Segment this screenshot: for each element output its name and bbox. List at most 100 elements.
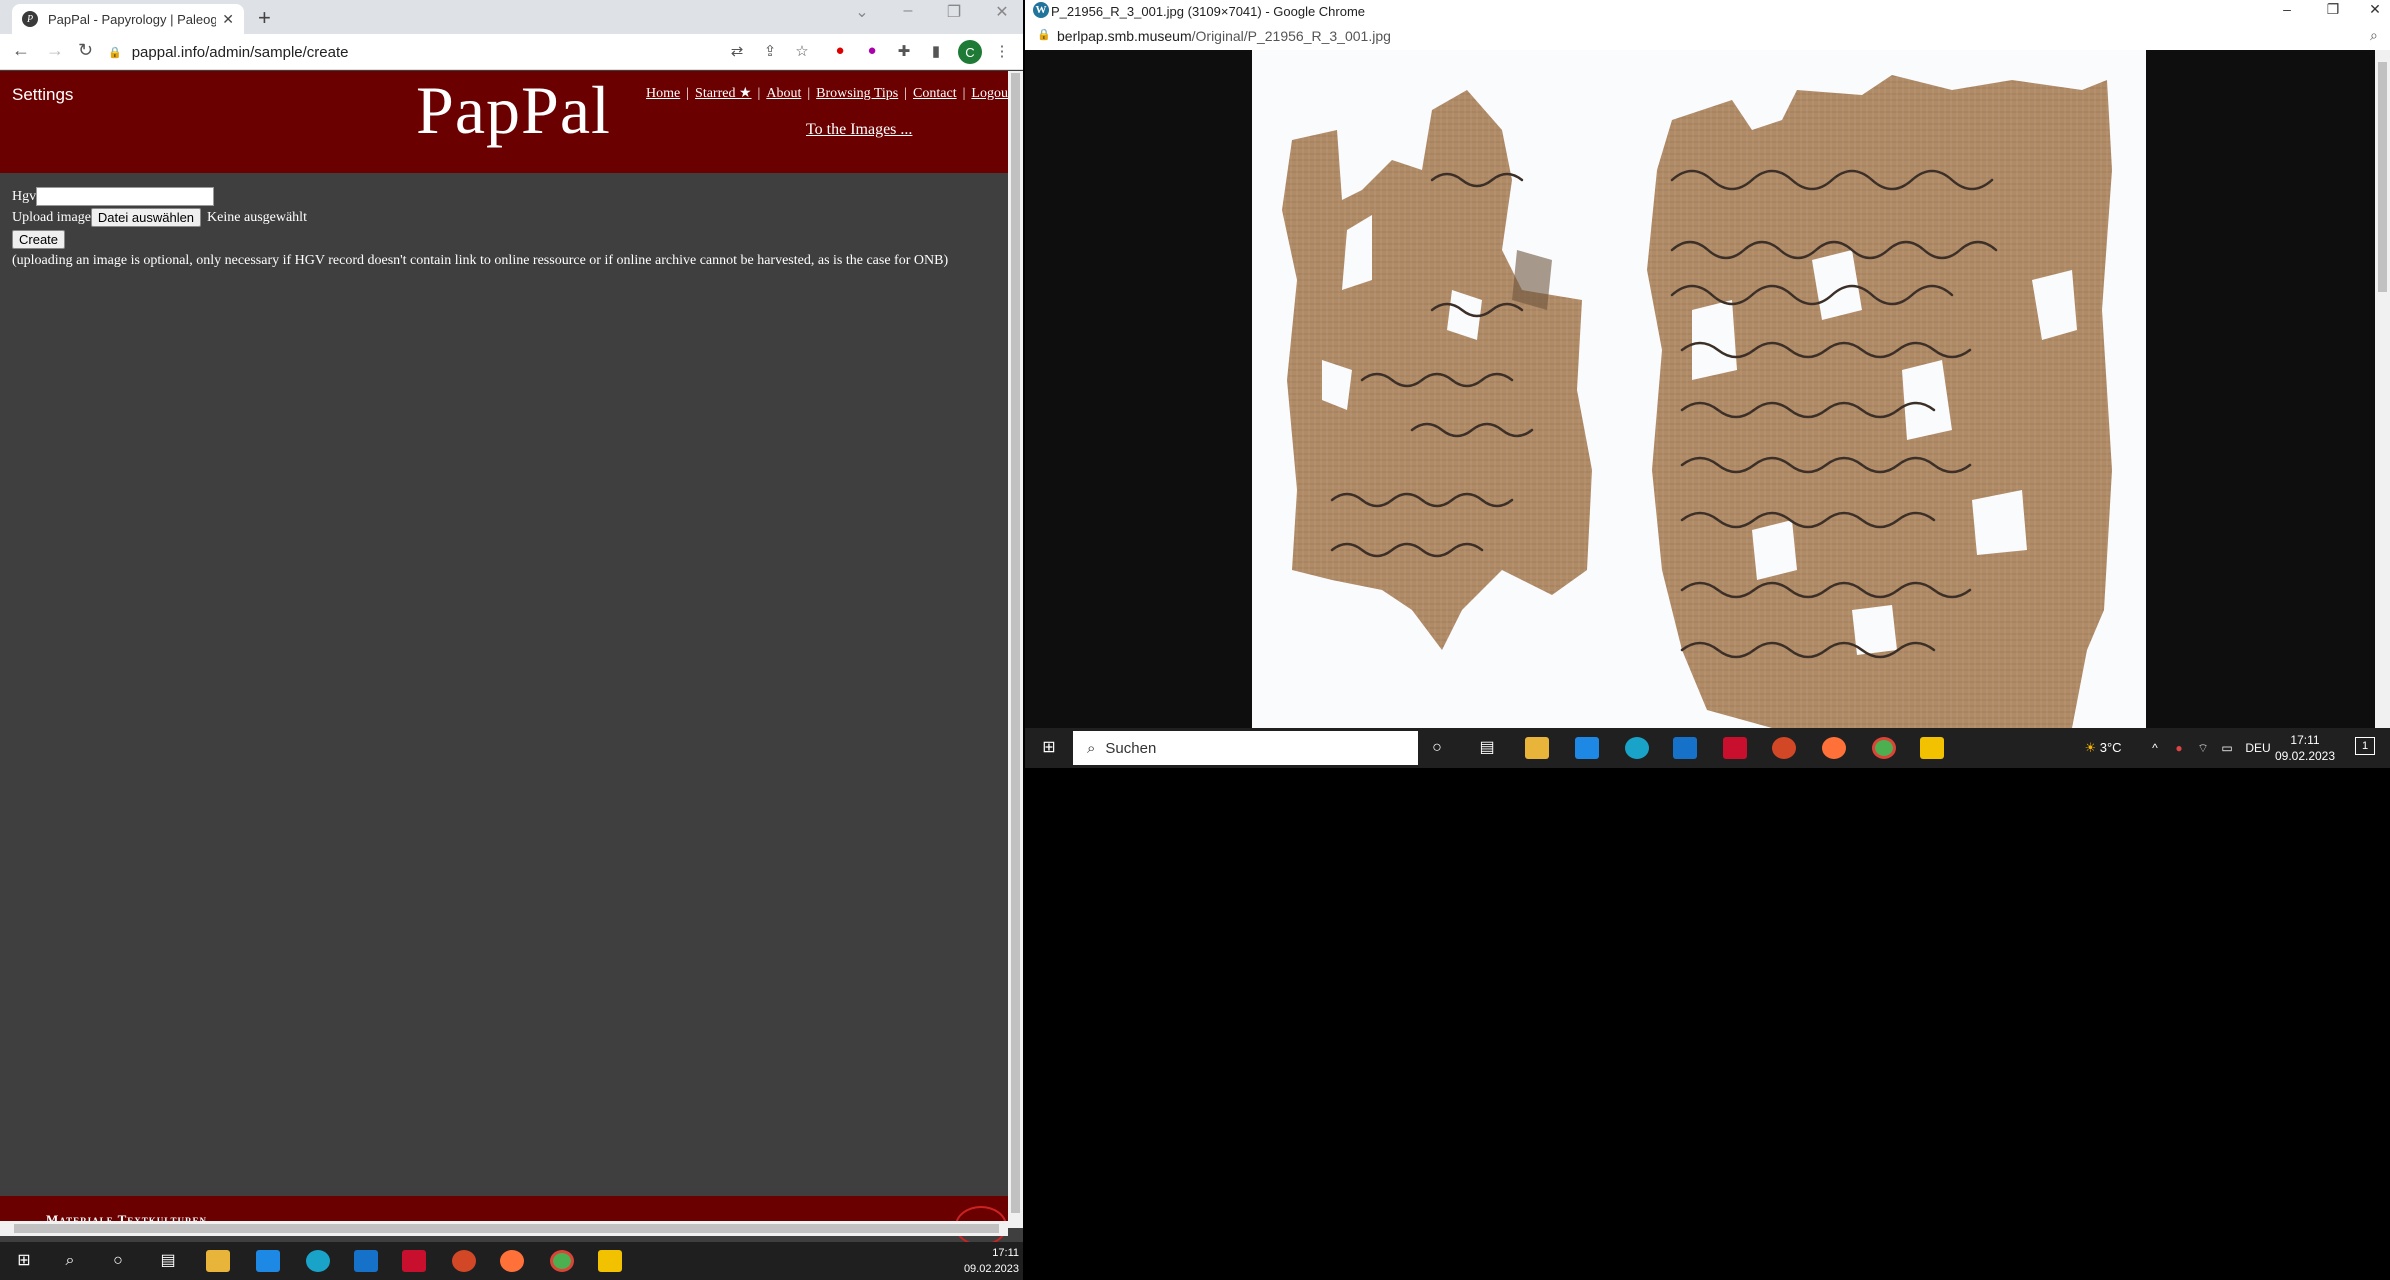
weather-icon[interactable]: ☀ 3°C (2075, 737, 2131, 759)
file-explorer-icon[interactable] (206, 1250, 230, 1272)
restore-icon[interactable]: ❐ (934, 2, 974, 22)
cortana-icon[interactable]: ○ (106, 1250, 130, 1272)
windows-start-icon[interactable]: ⊞ (1037, 737, 1061, 759)
menu-browsing-tips[interactable]: Browsing Tips (816, 86, 898, 101)
task-view-icon[interactable]: ▤ (1475, 737, 1499, 759)
to-images-link[interactable]: To the Images ... (806, 121, 912, 139)
more-menu-icon[interactable]: ⋮ (992, 42, 1012, 62)
hgv-input[interactable] (36, 187, 215, 206)
close-window-icon[interactable]: ✕ (2360, 1, 2390, 18)
chrome-icon[interactable] (1872, 737, 1896, 759)
search-icon[interactable]: ⌕ (58, 1250, 82, 1272)
vertical-scrollbar[interactable] (1008, 71, 1023, 1228)
menu-starred[interactable]: Starred ★ (695, 86, 751, 101)
upload-label: Upload image (12, 209, 91, 225)
translate-icon[interactable]: ⇄ (727, 42, 747, 62)
minimize-icon[interactable]: – (888, 2, 928, 20)
close-tab-icon[interactable]: ✕ (222, 11, 234, 28)
create-button[interactable]: Create (12, 229, 66, 249)
tab-title: PapPal - Papyrology | Paleograph (48, 11, 217, 27)
lock-icon: 🔒 (108, 46, 122, 59)
create-sample-form: Hgv Upload image Datei auswählen Keine aus… (12, 186, 1002, 271)
address-toolbar: ← → ↻ 🔒 pappal.info/admin/sample/create … (0, 34, 1023, 70)
store-icon[interactable] (1575, 737, 1599, 759)
mail-icon[interactable] (354, 1250, 378, 1272)
menu-home[interactable]: Home (646, 86, 680, 101)
firefox-icon[interactable] (1822, 737, 1846, 759)
menu-about[interactable]: About (766, 86, 801, 101)
battery-icon[interactable]: ▭ (2215, 737, 2239, 759)
extension-icon[interactable]: ● (830, 42, 850, 62)
left-date: 09.02.2023 (963, 1263, 1019, 1275)
network-icon[interactable]: ⌔ (2191, 737, 2215, 759)
pappal-favicon-icon: P (22, 11, 38, 27)
left-taskbar: ⊞ ⌕ ○ ▤ 17:11 09.02.2023 (0, 1242, 1023, 1280)
right-taskbar: ⊞ ⌕ Suchen ○ ▤ ☀ 3°C ^ ● ⌔ ▭ DEU 17:11 0… (1025, 728, 2390, 768)
powerpoint-icon[interactable] (1772, 737, 1796, 759)
tab-strip: P PapPal - Papyrology | Paleograph ✕ + ⌄… (0, 0, 1023, 34)
extensions-puzzle-icon[interactable]: ✚ (894, 42, 914, 62)
right-browser-window: W P_21956_R_3_001.jpg (3109×7041) - Goog… (1025, 0, 2390, 768)
zoom-icon[interactable]: ⌕ (2370, 27, 2378, 44)
tab-search-icon[interactable]: ⌄ (842, 2, 882, 22)
papyrus-image[interactable] (1252, 50, 2146, 728)
explorer-window-icon[interactable] (598, 1250, 622, 1272)
site-header: Settings PapPal Home | Starred ★ | About | Bro… (0, 71, 1012, 173)
top-menu: Home | Starred ★ | About | Browsing Tips | Conta… (646, 86, 1012, 101)
menu-contact[interactable]: Contact (913, 86, 957, 101)
close-window-icon[interactable]: ✕ (982, 2, 1022, 22)
menu-logout[interactable]: Logout (971, 86, 1011, 101)
notification-icon[interactable]: 1 (2355, 737, 2375, 755)
weather-temp: 3°C (2099, 740, 2122, 755)
acrobat-icon[interactable] (1723, 737, 1747, 759)
task-view-icon[interactable]: ▤ (156, 1250, 180, 1272)
settings-label[interactable]: Settings (12, 85, 73, 105)
wordpress-favicon-icon: W (1033, 2, 1049, 18)
horizontal-scrollbar[interactable] (0, 1221, 1008, 1236)
windows-start-icon[interactable]: ⊞ (12, 1250, 36, 1272)
right-clock[interactable]: 17:11 09.02.2023 (2265, 732, 2345, 764)
acrobat-icon[interactable] (402, 1250, 426, 1272)
bookmark-star-icon[interactable]: ☆ (792, 42, 812, 62)
left-clock[interactable]: 17:11 09.02.2023 (955, 1245, 1019, 1277)
side-panel-icon[interactable]: ▮ (926, 42, 946, 62)
firefox-icon[interactable] (500, 1250, 524, 1272)
show-hidden-icons-icon[interactable]: ^ (2143, 737, 2167, 759)
choose-file-button[interactable]: Datei auswählen (90, 208, 202, 227)
search-placeholder: Suchen (1105, 739, 1157, 757)
reload-icon[interactable]: ↻ (78, 40, 93, 61)
taskbar-search-box[interactable]: ⌕ Suchen (1073, 731, 1418, 765)
avatar[interactable]: C (958, 40, 982, 64)
back-icon[interactable]: ← (12, 40, 30, 61)
upload-note: (uploading an image is optional, only ne… (12, 252, 949, 268)
chrome-icon[interactable] (550, 1250, 574, 1272)
tray-app-icon[interactable]: ● (2167, 737, 2191, 759)
forward-icon[interactable]: → (46, 40, 64, 61)
edge-icon[interactable] (306, 1250, 330, 1272)
url-path: /Original/P_21956_R_3_001.jpg (1191, 28, 1391, 44)
right-vertical-scrollbar[interactable] (2375, 50, 2390, 728)
url-text: pappal.info/admin/sample/create (131, 43, 349, 61)
restore-icon[interactable]: ❐ (2318, 1, 2348, 18)
right-date: 09.02.2023 (2274, 749, 2336, 763)
right-address-bar[interactable]: 🔒 berlpap.smb.museum/Original/P_21956_R_… (1025, 22, 2390, 50)
papyrus-fragments-illustration (1282, 75, 2112, 728)
store-icon[interactable] (256, 1250, 280, 1272)
file-status: Keine ausgewählt (207, 209, 307, 225)
edge-icon[interactable] (1625, 737, 1649, 759)
lock-icon: 🔒 (1037, 29, 1051, 41)
new-tab-icon[interactable]: + (258, 5, 271, 31)
url-host: berlpap.smb.museum (1057, 28, 1192, 44)
left-time: 17:11 (992, 1247, 1019, 1259)
powerpoint-icon[interactable] (452, 1250, 476, 1272)
share-icon[interactable]: ⇪ (760, 42, 780, 62)
cortana-icon[interactable]: ○ (1425, 737, 1449, 759)
extension-icon[interactable]: ● (862, 42, 882, 62)
explorer-window-icon[interactable] (1920, 737, 1944, 759)
file-explorer-icon[interactable] (1525, 737, 1549, 759)
site-logo[interactable]: PapPal (416, 71, 611, 150)
hgv-label: Hgv (12, 188, 37, 204)
mail-icon[interactable] (1673, 737, 1697, 759)
minimize-icon[interactable]: – (2272, 1, 2302, 17)
tab-pappal[interactable]: P PapPal - Papyrology | Paleograph ✕ (12, 4, 244, 34)
